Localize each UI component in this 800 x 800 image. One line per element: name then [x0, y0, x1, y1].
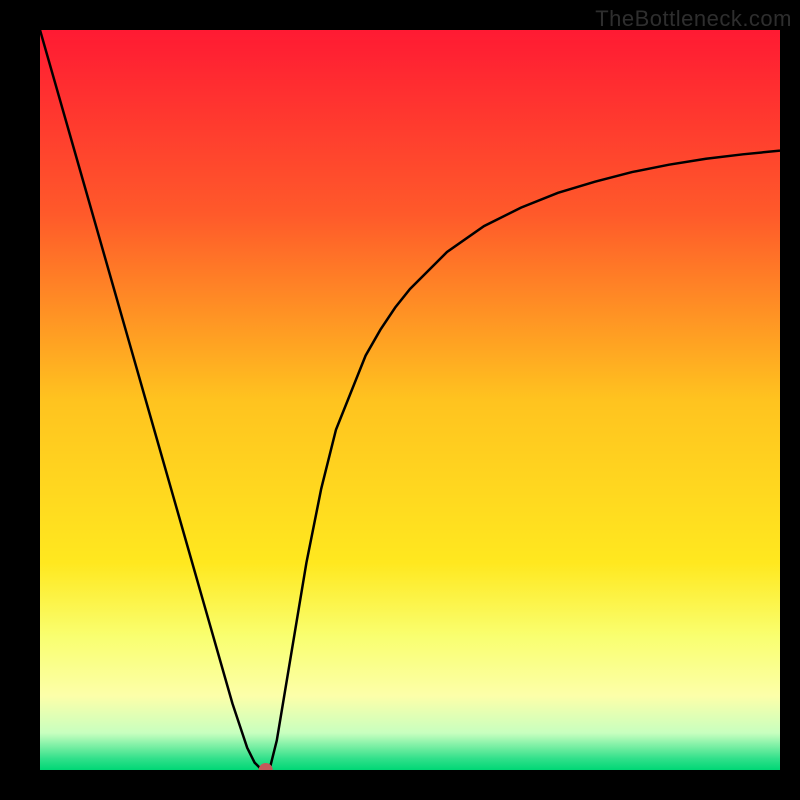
plot-inner: [40, 30, 780, 770]
chart-svg: [40, 30, 780, 770]
chart-area: [0, 0, 800, 800]
watermark-text: TheBottleneck.com: [595, 6, 792, 32]
gradient-background: [40, 30, 780, 770]
